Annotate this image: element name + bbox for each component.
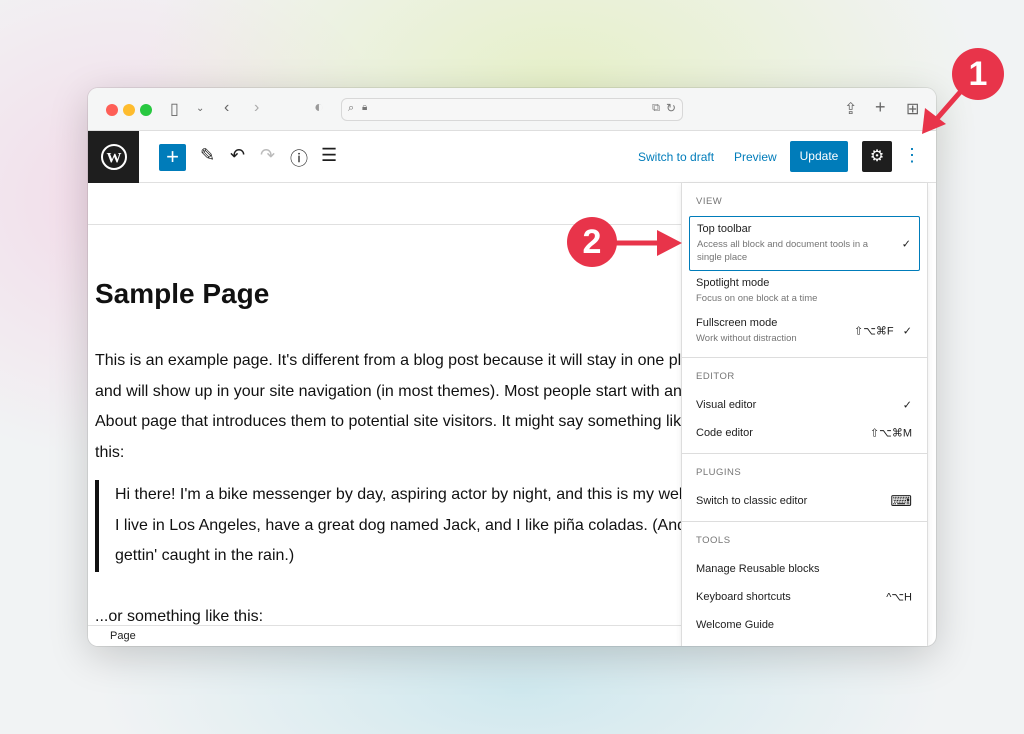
annotation-badge-2: 2 — [567, 217, 617, 267]
annotation-badge-1: 1 — [952, 48, 1004, 100]
annotation-arrows — [615, 88, 964, 256]
arrow-1-line — [932, 88, 964, 124]
arrow-2-head — [657, 230, 682, 256]
